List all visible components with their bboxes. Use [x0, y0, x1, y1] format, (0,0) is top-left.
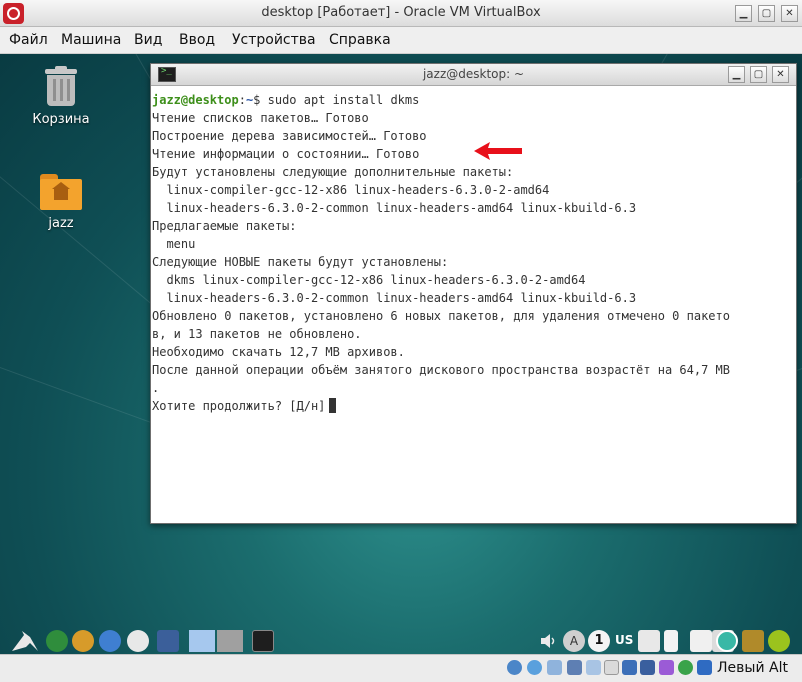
terminal-line: После данной операции объём занятого дис… — [152, 363, 730, 377]
trash-icon — [44, 66, 78, 106]
network-icon[interactable] — [638, 630, 660, 652]
video-capture-icon[interactable] — [640, 660, 655, 675]
window-title: desktop [Работает] - Oracle VM VirtualBo… — [261, 5, 541, 20]
workspace-number-badge[interactable]: 1 — [588, 630, 610, 652]
accessibility-badge[interactable]: A — [563, 630, 585, 652]
terminal-cursor — [329, 398, 337, 413]
terminal-line: Предлагаемые пакеты: — [152, 219, 297, 233]
terminal-minimize-button[interactable]: ▁ — [728, 66, 745, 83]
maximize-button[interactable]: ▢ — [758, 5, 775, 22]
virtualization-icon[interactable] — [659, 660, 674, 675]
terminal-line: Необходимо скачать 12,7 MB архивов. — [152, 345, 405, 359]
volume-icon[interactable] — [539, 632, 559, 650]
desktop-icon-trash[interactable]: Корзина — [26, 66, 96, 127]
logout-icon[interactable] — [768, 630, 790, 652]
workspace-2[interactable] — [217, 630, 243, 652]
host-key-indicator[interactable]: Левый Alt — [717, 660, 788, 676]
menu-machine[interactable]: Машина — [61, 32, 121, 48]
power-icon[interactable] — [664, 630, 678, 652]
vbox-titlebar: desktop [Работает] - Oracle VM VirtualBo… — [0, 0, 802, 27]
desktop-icon-label: jazz — [48, 216, 74, 231]
usb-icon[interactable] — [586, 660, 601, 675]
terminal-line: в, и 13 пакетов не обновлено. — [152, 327, 362, 341]
network-adapter-icon[interactable] — [567, 660, 582, 675]
terminal-line: Следующие НОВЫЕ пакеты будут установлены… — [152, 255, 449, 269]
terminal-line: menu — [152, 237, 196, 251]
terminal-line: linux-headers-6.3.0-2-common linux-heade… — [152, 201, 637, 215]
taskbar: A 1 US — [0, 627, 802, 654]
shared-folders-icon[interactable] — [604, 660, 619, 675]
show-desktop-icon[interactable] — [157, 630, 179, 652]
terminal-line: linux-headers-6.3.0-2-common linux-heade… — [152, 291, 637, 305]
lock-screen-icon[interactable] — [742, 630, 764, 652]
minimize-button[interactable]: ▁ — [735, 5, 752, 22]
terminal-line: . — [152, 381, 160, 395]
terminal-line: Будут установлены следующие дополнительн… — [152, 165, 514, 179]
desktop-icon-label: Корзина — [32, 112, 90, 127]
menu-file[interactable]: Файл — [9, 32, 48, 48]
home-folder-icon — [40, 174, 82, 210]
terminal-line: Обновлено 0 пакетов, установлено 6 новых… — [152, 309, 730, 323]
guest-additions-icon[interactable] — [678, 660, 693, 675]
terminal-close-button[interactable]: ✕ — [772, 66, 789, 83]
file-manager-launcher-icon[interactable] — [72, 630, 94, 652]
terminal-task-button[interactable] — [252, 630, 274, 652]
terminal-question-line: Хотите продолжить? [Д/н] — [152, 397, 795, 415]
browser-launcher-icon[interactable] — [99, 630, 121, 652]
terminal-titlebar[interactable]: jazz@desktop: ~ ▁ ▢ ✕ — [151, 64, 796, 86]
guest-desktop: Корзина jazz jazz@desktop: ~ ▁ ▢ ✕ jazz@… — [0, 54, 802, 654]
optical-drive-icon[interactable] — [527, 660, 542, 675]
terminal-command: sudo apt install dkms — [267, 93, 420, 107]
menu-view[interactable]: Вид — [134, 32, 162, 48]
vbox-menubar: Файл Машина Вид Ввод Устройства Справка — [0, 27, 802, 54]
terminal-line: linux-compiler-gcc-12-x86 linux-headers-… — [152, 183, 550, 197]
prompt-separator: : — [238, 93, 246, 107]
terminal-question: Хотите продолжить? [Д/н] — [152, 399, 326, 413]
clipboard-icon[interactable] — [690, 630, 712, 652]
desktop-icon-home-folder[interactable]: jazz — [26, 174, 96, 231]
menu-help[interactable]: Справка — [329, 32, 391, 48]
terminal-title: jazz@desktop: ~ — [422, 67, 525, 81]
close-button[interactable]: ✕ — [781, 5, 798, 22]
prompt-user: jazz@desktop — [152, 93, 239, 107]
vbox-statusbar: Левый Alt — [0, 654, 802, 682]
screenshot-launcher-icon[interactable] — [127, 630, 149, 652]
terminal-line: Чтение списков пакетов… Готово — [152, 111, 369, 125]
menu-input[interactable]: Ввод — [179, 32, 215, 48]
prompt-symbol: $ — [253, 93, 268, 107]
terminal-maximize-button[interactable]: ▢ — [750, 66, 767, 83]
keyboard-capture-icon[interactable] — [697, 660, 712, 675]
menu-devices[interactable]: Устройства — [232, 32, 316, 48]
hard-disk-icon[interactable] — [507, 660, 522, 675]
keyboard-layout-indicator[interactable]: US — [615, 633, 633, 647]
audio-icon[interactable] — [547, 660, 562, 675]
clock-icon[interactable] — [716, 630, 738, 652]
workspace-1[interactable] — [189, 630, 215, 652]
terminal-line: dkms linux-compiler-gcc-12-x86 linux-hea… — [152, 273, 586, 287]
terminal-window[interactable]: jazz@desktop: ~ ▁ ▢ ✕ jazz@desktop:~$ su… — [150, 63, 797, 524]
display-icon[interactable] — [622, 660, 637, 675]
annotation-arrow-icon — [474, 142, 522, 160]
terminal-launcher-icon[interactable] — [46, 630, 68, 652]
start-menu-icon[interactable] — [10, 629, 40, 653]
terminal-prompt-line: jazz@desktop:~$ sudo apt install dkms — [152, 91, 795, 109]
